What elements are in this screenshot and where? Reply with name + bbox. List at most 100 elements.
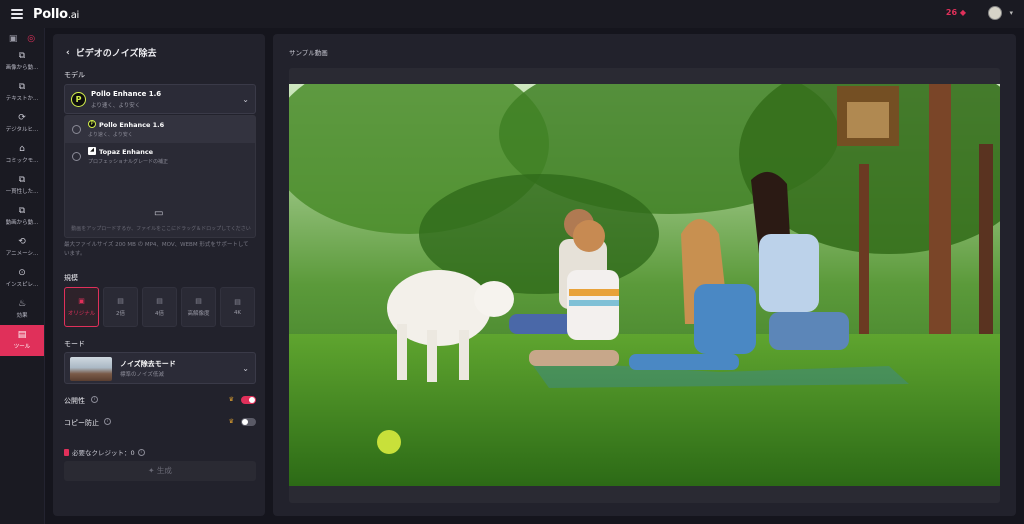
sidebar-item-text-to-video[interactable]: ⧉ テキストか... [0,77,44,108]
scale-label-text: 高解像度 [187,311,210,317]
copy-protect-row: コピー防止 i ♛ [64,417,256,429]
sidebar-item-digital-human[interactable]: ⟳ デジタルヒ... [0,108,44,139]
scale-original-button[interactable]: ▣ オリジナル [64,287,99,327]
scale-hd-button[interactable]: ▤ 高解像度 [181,287,216,327]
premium-icon: ♛ [228,396,234,403]
sidebar-item-label: テキストか... [5,96,39,102]
public-label: 公開性 [64,397,85,405]
model-label: モデル [64,71,85,79]
sidebar-item-tools[interactable]: ▤ ツール [0,325,44,356]
sparkle-icon: ✦ [148,466,157,475]
sidebar-mode-switch: ▣ ◎ [0,28,44,46]
scale-label-text: 4K [233,310,242,316]
topaz-logo-icon: ◢ [88,147,96,155]
panel-title-text: ビデオのノイズ除去 [75,49,157,59]
sidebar-item-effects[interactable]: ♨ 効果 [0,294,44,325]
video-frame [289,68,1000,503]
scale-4k-button[interactable]: ▤ 4K [220,287,255,327]
sidebar-item-animation[interactable]: ⟲ アニメーシ... [0,232,44,263]
image-video-icon: ⧉ [18,51,26,61]
scale-label-text: 4倍 [155,311,164,317]
public-row: 公開性 i ♛ [64,395,256,407]
settings-panel: ‹ ビデオのノイズ除去 モデル P Pollo Enhance 1.6 より速く… [53,34,265,516]
top-bar: Pollo.ai 26 ◆ ▾ [0,0,1024,28]
preview-panel: サンプル動画 [273,34,1016,516]
sidebar-item-label: デジタルヒ... [5,127,39,133]
video-mode-icon[interactable]: ◎ [27,34,35,44]
credit-icon [64,448,69,456]
info-icon[interactable]: i [137,448,145,456]
original-icon: ▣ [78,297,85,305]
sidebar-item-inspiration[interactable]: ⊙ インスピレ... [0,263,44,294]
model-option-name: Topaz Enhance [99,148,154,156]
gem-icon: ◆ [959,8,966,17]
scale-label-text: オリジナル [67,311,96,317]
sample-video[interactable] [289,84,1000,486]
digital-human-icon: ⟳ [18,113,26,123]
sidebar-item-consistent[interactable]: ⧉ 一貫性した... [0,170,44,201]
sidebar-item-comic[interactable]: ⌂ コミックモ... [0,139,44,170]
sidebar-item-label: 効果 [16,313,28,319]
model-dropdown: P Pollo Enhance 1.6 より速く、より安く ◢ Topaz En… [64,115,256,238]
model-option-sub: プロフェッショナルグレードの補正 [88,159,169,165]
copy-protect-toggle[interactable] [241,418,256,426]
scale-options: ▣ オリジナル ▤ 2倍 ▤ 4倍 ▤ 高解像度 ▤ 4K [64,287,255,327]
preview-title: サンプル動画 [289,49,328,57]
radio-button[interactable] [72,152,81,161]
sidebar-item-image-to-video[interactable]: ⧉ 画像から動... [0,46,44,77]
model-option-pollo[interactable]: P Pollo Enhance 1.6 より速く、より安く [65,116,255,143]
file-size-note: 最大ファイルサイズ 200 MB の MP4、MOV、WEBM 形式をサポートし… [64,242,249,257]
menu-icon[interactable] [11,9,23,19]
logo-text: Pollo [33,6,68,22]
inspiration-icon: ⊙ [18,268,26,278]
sidebar-item-label: ツール [13,344,31,350]
generate-button[interactable]: ✦ 生成 [64,461,256,481]
upload-instructions: 動画をアップロードするか、ファイルをここにドラッグ＆ドロップしてください [71,226,251,232]
scale-icon: ▤ [234,298,241,306]
effects-icon: ♨ [17,299,27,309]
panel-title: ‹ ビデオのノイズ除去 [66,46,157,60]
credit-required-text: 必要なクレジット：0 [72,449,135,457]
sidebar-item-video-to-video[interactable]: ⧉ 動画から動... [0,201,44,232]
text-video-icon: ⧉ [18,82,26,92]
chevron-down-icon[interactable]: ▾ [1009,9,1013,17]
video-upload-icon[interactable]: ▭ [154,208,163,219]
avatar[interactable] [988,6,1002,20]
chevron-down-icon: ⌄ [242,95,249,104]
public-toggle[interactable] [241,396,256,404]
mode-thumbnail [70,357,112,381]
consistent-icon: ⧉ [18,175,26,185]
animation-icon: ⟲ [18,237,26,247]
scale-2x-button[interactable]: ▤ 2倍 [103,287,138,327]
sidebar-item-label: アニメーシ... [5,251,39,257]
logo[interactable]: Pollo.ai [33,7,79,22]
mode-name: ノイズ除去モード [120,360,176,368]
sidebar-item-label: インスピレ... [5,282,39,288]
image-mode-icon[interactable]: ▣ [9,34,18,44]
chevron-down-icon: ⌄ [242,364,249,373]
scale-label: 規模 [64,274,78,282]
back-icon[interactable]: ‹ [66,48,70,58]
model-option-topaz[interactable]: ◢ Topaz Enhance プロフェッショナルグレードの補正 [65,143,255,170]
scale-icon: ▤ [156,297,163,305]
model-select[interactable]: P Pollo Enhance 1.6 より速く、より安く ⌄ [64,84,256,114]
copy-protect-label: コピー防止 [64,419,99,427]
info-icon[interactable]: i [91,396,98,403]
mode-select[interactable]: ノイズ除去モード 標準のノイズ低減 ⌄ [64,352,256,384]
pollo-logo-icon: P [88,120,96,128]
generate-label: 生成 [156,466,172,475]
tools-icon: ▤ [17,330,27,340]
scale-icon: ▤ [195,297,202,305]
scale-icon: ▤ [117,297,124,305]
model-name: Pollo Enhance 1.6 [91,90,162,98]
premium-icon: ♛ [228,418,234,425]
credit-balance[interactable]: 26 ◆ [946,8,966,17]
video-video-icon: ⧉ [18,206,26,216]
scale-label-text: 2倍 [116,311,125,317]
radio-button[interactable] [72,125,81,134]
sidebar-item-label: 画像から動... [5,65,39,71]
sidebar-item-label: コミックモ... [5,158,39,164]
info-icon[interactable]: i [104,418,111,425]
sidebar-item-label: 動画から動... [5,220,39,226]
scale-4x-button[interactable]: ▤ 4倍 [142,287,177,327]
